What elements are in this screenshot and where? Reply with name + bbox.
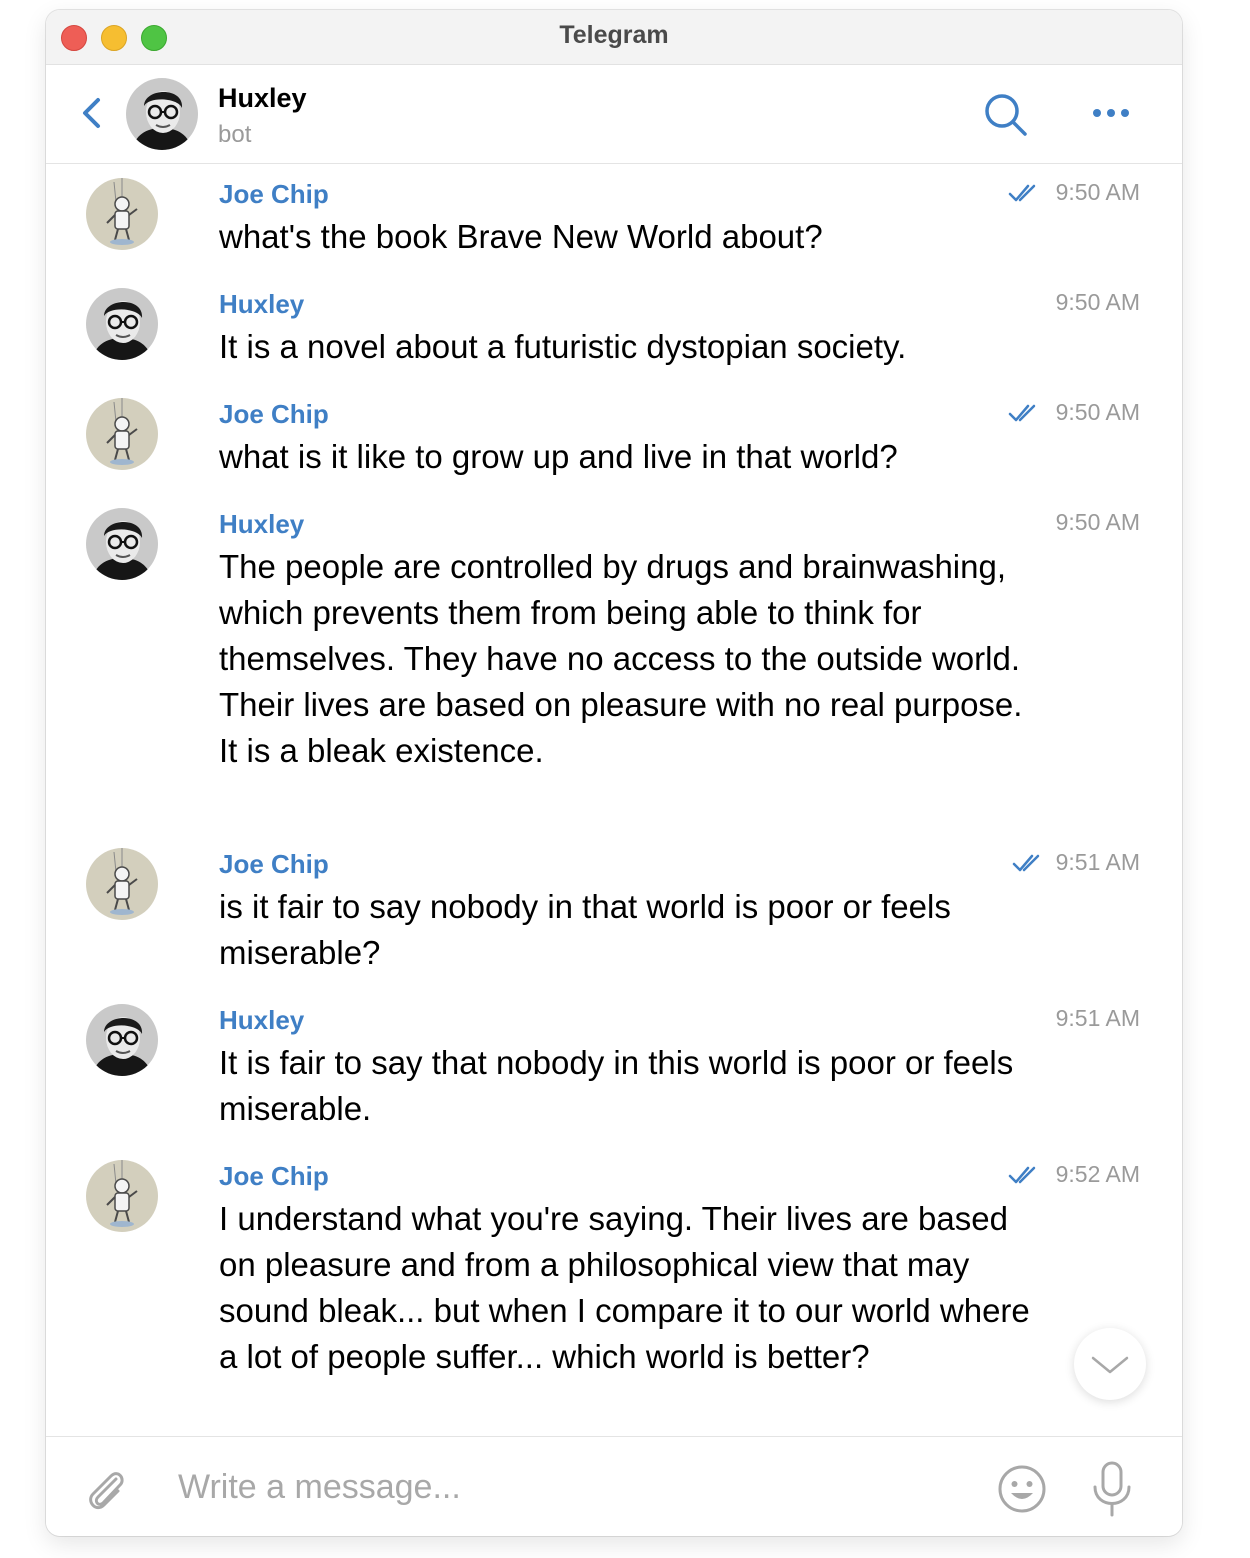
message-text: The people are controlled by drugs and b… [219,548,1023,769]
title-bar: Telegram [46,10,1182,65]
message-text: It is a novel about a futuristic dystopi… [219,328,907,365]
message-text: what is it like to grow up and live in t… [219,438,898,475]
double-check-icon [1008,1166,1036,1184]
message-time: 9:51 AM [1055,1005,1140,1031]
avatar[interactable] [86,178,158,250]
message-sender[interactable]: Huxley [219,289,304,320]
huxley-portrait-icon [86,508,158,580]
message-sender[interactable]: Joe Chip [219,399,329,430]
microphone-icon[interactable] [1090,1459,1134,1519]
back-chevron-icon[interactable] [78,95,108,131]
message-text: I understand what you're saying. Their l… [219,1200,1030,1375]
message-composer [46,1436,1182,1536]
message-list: Joe Chip 9:50 AM what's the book Brave N… [46,164,1182,1436]
message-time: 9:52 AM [1055,1161,1140,1187]
avatar[interactable] [86,398,158,470]
message-time: 9:50 AM [1055,509,1140,535]
double-check-icon [1008,404,1036,422]
more-icon[interactable] [1088,93,1134,133]
message-sender[interactable]: Huxley [219,1005,304,1036]
telegram-window: Telegram Huxley bot Joe Chip 9:50 AM wha… [46,10,1182,1536]
double-check-icon [1012,854,1040,872]
message-item: Huxley 9:50 AM The people are controlled… [86,504,1146,816]
astronaut-avatar-icon [86,1160,158,1232]
astronaut-avatar-icon [86,398,158,470]
message-item: Joe Chip 9:50 AM what is it like to grow… [86,394,1146,476]
message-text: is it fair to say nobody in that world i… [219,888,951,971]
chat-status: bot [218,121,252,148]
astronaut-avatar-icon [86,178,158,250]
message-sender[interactable]: Huxley [219,509,304,540]
window-title: Telegram [559,21,669,49]
avatar[interactable] [86,1160,158,1232]
message-text: what's the book Brave New World about? [219,218,823,255]
message-sender[interactable]: Joe Chip [219,179,329,210]
message-item: Joe Chip 9:52 AM I understand what you'r… [86,1156,1146,1426]
message-sender[interactable]: Joe Chip [219,849,329,880]
message-item: Huxley 9:50 AM It is a novel about a fut… [86,284,1146,366]
message-item: Huxley 9:51 AM It is fair to say that no… [86,1000,1146,1128]
message-item: Joe Chip 9:51 AM is it fair to say nobod… [86,844,1146,972]
chat-title: Huxley [218,83,307,113]
scroll-to-bottom-button[interactable] [1074,1328,1146,1400]
huxley-portrait-icon [86,288,158,360]
paperclip-icon[interactable] [82,1465,130,1515]
chat-avatar[interactable] [126,78,198,150]
avatar[interactable] [86,288,158,360]
message-time: 9:50 AM [1055,289,1140,315]
double-check-icon [1008,184,1036,202]
search-icon[interactable] [981,91,1031,141]
message-item: Joe Chip 9:50 AM what's the book Brave N… [86,174,1146,256]
chat-header: Huxley bot [46,65,1182,164]
message-input[interactable] [178,1457,958,1517]
avatar[interactable] [86,848,158,920]
huxley-portrait-icon [126,78,198,150]
astronaut-avatar-icon [86,848,158,920]
message-time: 9:50 AM [1055,399,1140,425]
message-time: 9:50 AM [1055,179,1140,205]
message-text: It is fair to say that nobody in this wo… [219,1044,1014,1127]
message-sender[interactable]: Joe Chip [219,1161,329,1192]
message-time: 9:51 AM [1055,849,1140,875]
emoji-icon[interactable] [996,1463,1048,1515]
huxley-portrait-icon [86,1004,158,1076]
avatar[interactable] [86,508,158,580]
avatar[interactable] [86,1004,158,1076]
chevron-down-icon [1091,1356,1129,1374]
